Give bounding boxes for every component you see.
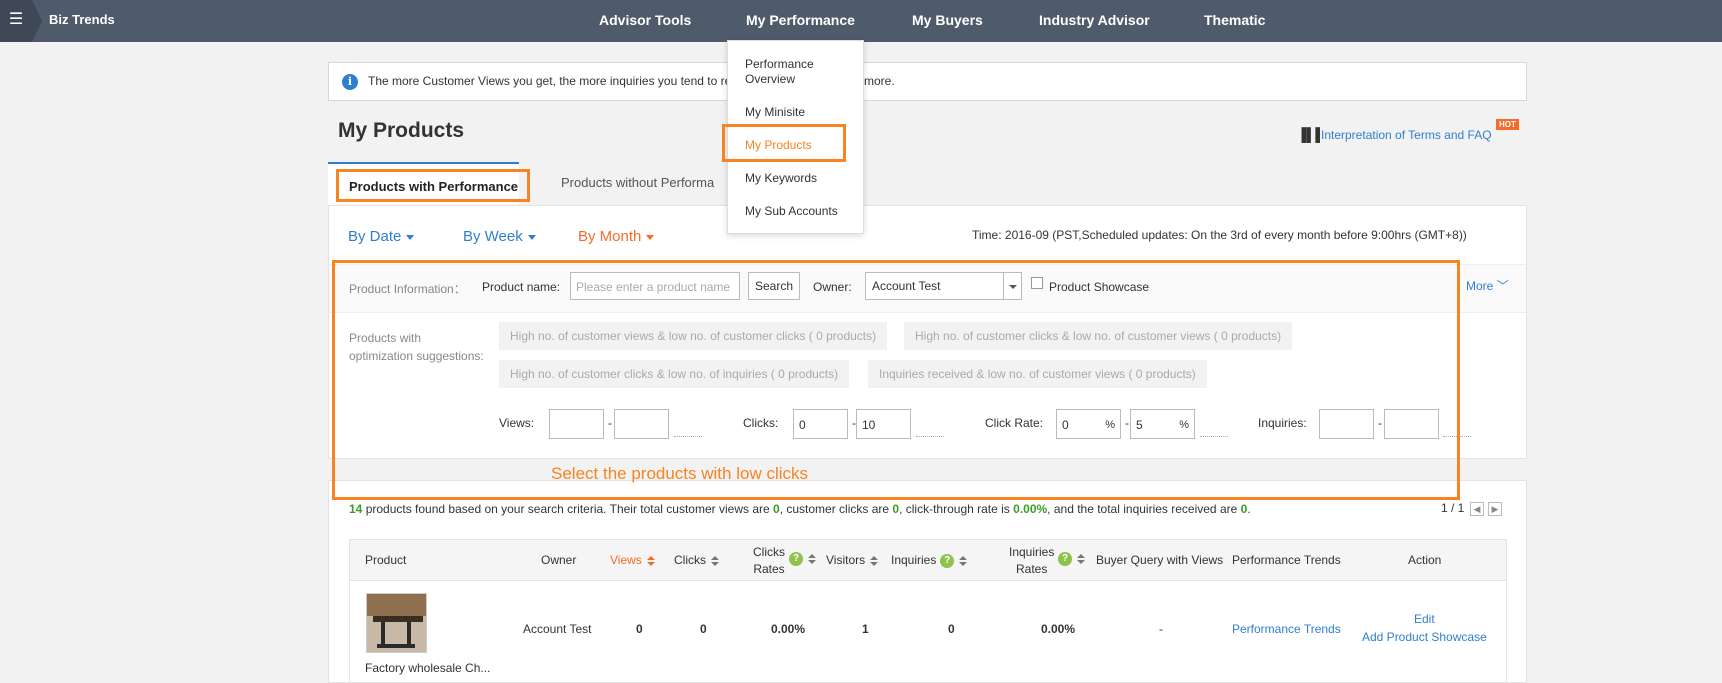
time-info: Time: 2016-09 (PST,Scheduled updates: On… [972,228,1467,242]
row-inquiries: 0 [948,622,955,636]
col-inquiries-rates-line1: Inquiries [1009,545,1055,559]
row-owner: Account Test [523,622,592,636]
sort-icon[interactable] [1077,554,1085,564]
brand-title[interactable]: Biz Trends [49,12,115,27]
col-clicks-rates: Clicks Rates [753,544,785,578]
edit-link[interactable]: Edit [1414,612,1435,626]
row-inquiries-rate: 0.00% [1041,622,1076,636]
col-inquiries-label: Inquiries [891,553,937,567]
col-product: Product [365,553,407,567]
performance-trends-link[interactable]: Performance Trends [1232,622,1341,636]
pager-text: 1 / 1 [1441,501,1465,515]
row-clicks-rate: 0.00% [771,622,806,636]
annotation-highlight-filters [332,260,1460,500]
col-visitors-label: Visitors [826,553,866,567]
nav-thematic[interactable]: Thematic [1204,12,1265,28]
col-visitors[interactable]: Visitors [826,553,879,567]
nav-advisor-tools[interactable]: Advisor Tools [599,12,691,28]
summary-text: , click-through rate is [899,502,1014,516]
menu-icon[interactable]: ☰ [0,0,42,42]
hot-badge: HOT [1496,119,1519,130]
chevron-down-icon: ﹀ [1496,279,1509,293]
caret-down-icon [646,234,655,240]
help-icon[interactable]: ? [789,552,803,566]
row-views: 0 [636,622,643,636]
col-inquiries-rates-line2: Rates [1016,562,1048,576]
product-name[interactable]: Factory wholesale Ch... [365,661,490,675]
by-date-label: By Date [348,228,402,245]
sort-icon[interactable] [808,554,816,564]
nav-industry-advisor[interactable]: Industry Advisor [1039,12,1150,28]
info-text: The more Customer Views you get, the mor… [368,74,732,88]
by-month-dropdown[interactable]: By Month [578,228,655,245]
col-performance-trends: Performance Trends [1232,553,1341,567]
col-clicks-rates-line1: Clicks [753,545,785,559]
by-date-dropdown[interactable]: By Date [348,228,415,245]
annotation-highlight-menu [722,124,846,162]
nav-my-buyers[interactable]: My Buyers [912,12,983,28]
summary-text: . [1247,502,1251,516]
info-banner: i The more Customer Views you get, the m… [328,62,1527,101]
row-clicks: 0 [700,622,707,636]
col-action: Action [1408,553,1442,567]
next-page-icon[interactable]: ▶ [1488,502,1502,516]
faq-link[interactable]: Interpretation of Terms and FAQ [1321,128,1492,142]
menu-item-my-minisite[interactable]: My Minisite [745,105,805,119]
more-link[interactable]: More ﹀ [1466,277,1509,294]
prev-page-icon[interactable]: ◀ [1470,502,1484,516]
summary-text: , and the total inquiries received are [1047,502,1241,516]
col-owner: Owner [541,553,577,567]
more-label: More [1466,279,1494,293]
info-text-tail: more. [864,74,895,88]
results-count: 14 [349,502,363,516]
caret-down-icon [406,234,415,240]
tab-products-without-performance[interactable]: Products without Performa [519,162,719,206]
by-week-label: By Week [463,228,523,245]
info-icon: i [342,74,358,90]
page-title: My Products [338,119,465,142]
summary-views: 0 [773,502,780,516]
caret-down-icon [527,234,536,240]
col-clicks-rates-line2: Rates [753,562,785,576]
menu-item-my-keywords[interactable]: My Keywords [745,171,817,185]
col-buyer-query: Buyer Query with Views [1096,553,1224,567]
help-icon[interactable]: ? [1058,552,1072,566]
menu-item-performance-overview[interactable]: Performance Overview [745,57,845,87]
product-thumbnail[interactable] [366,593,427,653]
col-clicks[interactable]: Clicks [674,553,719,567]
sort-icon [870,555,879,566]
add-product-showcase-link[interactable]: Add Product Showcase [1362,630,1487,644]
tab-label: Products without Performa [561,175,715,190]
by-month-label: By Month [578,228,642,245]
results-summary: 14 products found based on your search c… [349,502,1251,516]
col-inquiries[interactable]: Inquiries? [891,553,968,568]
row-visitors: 1 [862,622,869,636]
col-views[interactable]: Views [610,553,655,567]
col-clicks-label: Clicks [674,553,706,567]
menu-item-my-sub-accounts[interactable]: My Sub Accounts [745,204,838,218]
summary-ctr: 0.00% [1013,502,1048,516]
summary-text: products found based on your search crit… [362,502,774,516]
row-buyer-query: - [1159,622,1163,636]
col-inquiries-rates: Inquiries Rates [1009,544,1054,578]
top-navigation-bar: ☰ Biz Trends Advisor Tools My Performanc… [0,0,1722,42]
sort-icon [959,555,968,566]
annotation-text: Select the products with low clicks [551,464,808,483]
summary-text: , customer clicks are [779,502,893,516]
sort-icon [646,555,655,566]
nav-my-performance[interactable]: My Performance [746,12,855,28]
by-week-dropdown[interactable]: By Week [463,228,536,245]
col-views-label: Views [610,553,642,567]
annotation-highlight-tab [336,169,530,202]
help-icon: ? [940,553,955,568]
sort-icon [711,555,719,566]
